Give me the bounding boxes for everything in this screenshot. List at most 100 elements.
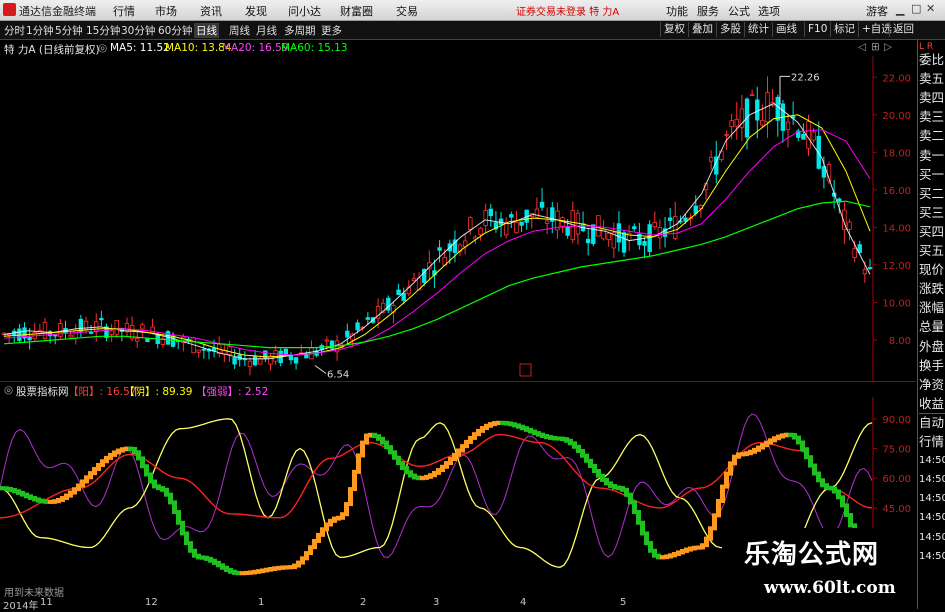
indicator-name[interactable]: 股票指标网: [16, 384, 69, 399]
toolbar-btn-5[interactable]: F10: [804, 22, 830, 37]
candle-body: [27, 336, 32, 341]
sidebar-item-14[interactable]: 总量: [919, 317, 945, 336]
sidebar-item-18[interactable]: 收益: [919, 394, 945, 414]
period-tab-3[interactable]: 15分钟: [86, 23, 120, 38]
price-label-0: 22.00: [882, 73, 911, 84]
time-label-7: 5: [620, 597, 627, 608]
period-tab-7[interactable]: 周线: [229, 23, 250, 38]
close-icon[interactable]: ✕: [926, 2, 935, 15]
menu-item-3[interactable]: 发现: [245, 3, 267, 19]
candle-body: [109, 330, 114, 335]
minimize-icon[interactable]: ▁: [896, 3, 904, 16]
period-tab-9[interactable]: 多周期: [284, 23, 316, 38]
period-tab-6[interactable]: 日线: [194, 23, 219, 38]
sidebar-item-25[interactable]: 14:50: [919, 528, 945, 547]
candle-body: [806, 121, 811, 149]
guest-label[interactable]: 游客: [866, 3, 888, 19]
sidebar-item-7[interactable]: 买二: [919, 184, 945, 203]
candle-body: [227, 346, 232, 355]
menu-item-0[interactable]: 行情: [113, 3, 135, 19]
sidebar-item-16[interactable]: 换手: [919, 356, 945, 375]
title-menu-3[interactable]: 选项: [758, 3, 780, 19]
sidebar-item-6[interactable]: 买一: [919, 165, 945, 184]
menu-item-6[interactable]: 交易: [396, 3, 418, 19]
period-tab-1[interactable]: 1分钟: [26, 23, 54, 38]
sidebar-item-19[interactable]: 自动: [919, 413, 945, 432]
sidebar-item-8[interactable]: 买三: [919, 203, 945, 222]
sidebar-item-17[interactable]: 净资: [919, 375, 945, 394]
toolbar-btn-3[interactable]: 统计: [744, 22, 772, 37]
sidebar-item-4[interactable]: 卖二: [919, 126, 945, 145]
sidebar-item-10[interactable]: 买五: [919, 241, 945, 260]
ind-label-0: 90.00: [882, 415, 911, 426]
sidebar-item-9[interactable]: 买四: [919, 222, 945, 241]
sidebar-item-1[interactable]: 卖五: [919, 69, 945, 88]
time-label-1: 11: [40, 597, 53, 608]
sidebar-item-22[interactable]: 14:50: [919, 470, 945, 489]
candle-body: [88, 332, 94, 334]
period-tab-2[interactable]: 5分钟: [55, 23, 83, 38]
sidebar-item-23[interactable]: 14:50: [919, 489, 945, 508]
sidebar-item-24[interactable]: 14:50: [919, 508, 945, 527]
menu-item-4[interactable]: 问小达: [288, 3, 321, 19]
ind-label-3: 45.00: [882, 504, 911, 515]
indicator-settings-icon[interactable]: ◎: [4, 384, 13, 396]
yin-value: 【阴】: 89.39: [124, 386, 193, 398]
title-menu-2[interactable]: 公式: [728, 3, 750, 19]
period-tab-0[interactable]: 分时: [4, 23, 25, 38]
toolbar-btn-1[interactable]: 叠加: [688, 22, 716, 37]
high-label: 22.26: [791, 72, 820, 83]
sidebar-item-11[interactable]: 现价: [919, 260, 945, 279]
zoom-icon[interactable]: ⊞: [871, 41, 880, 53]
settings-icon[interactable]: ◎: [98, 42, 107, 54]
sidebar-item-5[interactable]: 卖一: [919, 146, 945, 165]
window-controls[interactable]: ▁ □ ✕: [896, 2, 941, 17]
toolbar-btn-4[interactable]: 画线: [772, 22, 800, 37]
time-label-5: 3: [433, 597, 440, 608]
login-status[interactable]: 证券交易未登录 特 力A: [516, 3, 619, 18]
sidebar-item-2[interactable]: 卖四: [919, 88, 945, 107]
title-menu-1[interactable]: 服务: [697, 3, 719, 19]
candle-body: [749, 94, 755, 96]
toolbar-btn-6[interactable]: 标记: [830, 22, 858, 37]
candle-body: [585, 238, 591, 244]
period-tab-5[interactable]: 60分钟: [158, 23, 192, 38]
toolbar-btn-8[interactable]: 返回: [889, 22, 917, 37]
sidebar-item-20[interactable]: 行情: [919, 432, 945, 451]
maximize-icon[interactable]: □: [911, 2, 921, 15]
candle-body: [509, 214, 514, 218]
period-tab-10[interactable]: 更多: [321, 23, 342, 38]
candle-body: [514, 221, 519, 234]
sidebar-item-12[interactable]: 涨跌: [919, 279, 945, 298]
menu-item-2[interactable]: 资讯: [200, 3, 222, 19]
period-tab-4[interactable]: 30分钟: [121, 23, 155, 38]
period-marker[interactable]: [519, 363, 532, 377]
menu-item-5[interactable]: 财富圈: [340, 3, 373, 19]
candle-body: [145, 338, 150, 343]
chart-area[interactable]: 22.0020.0018.0016.0014.0012.0010.008.00 …: [0, 56, 915, 597]
next-icon[interactable]: ▷: [884, 41, 892, 53]
prev-icon[interactable]: ◁: [858, 41, 866, 53]
price-label-7: 8.00: [889, 336, 911, 347]
time-label-3: 1: [258, 597, 265, 608]
menu-item-1[interactable]: 市场: [155, 3, 177, 19]
sidebar-item-15[interactable]: 外盘: [919, 337, 945, 356]
candle-body: [632, 226, 637, 230]
toolbar-btn-2[interactable]: 多股: [716, 22, 744, 37]
sidebar-item-26[interactable]: 14:50: [919, 547, 945, 566]
title-menu-0[interactable]: 功能: [666, 3, 688, 19]
candle-body: [785, 121, 791, 131]
candle-body: [437, 247, 442, 251]
candle-body: [519, 221, 524, 226]
candle-body: [647, 224, 652, 252]
sidebar-item-0[interactable]: 委比: [919, 50, 945, 69]
candle-body: [140, 324, 145, 330]
moving-average-lines: [3, 102, 871, 360]
sidebar-item-13[interactable]: 涨幅: [919, 298, 945, 317]
stock-title[interactable]: 特 力A (日线前复权): [4, 42, 100, 57]
toolbar-btn-0[interactable]: 复权: [660, 22, 688, 37]
period-tab-8[interactable]: 月线: [256, 23, 277, 38]
sidebar-item-3[interactable]: 卖三: [919, 107, 945, 126]
sidebar-item-21[interactable]: 14:50: [919, 451, 945, 470]
ind-label-1: 75.00: [882, 445, 911, 456]
